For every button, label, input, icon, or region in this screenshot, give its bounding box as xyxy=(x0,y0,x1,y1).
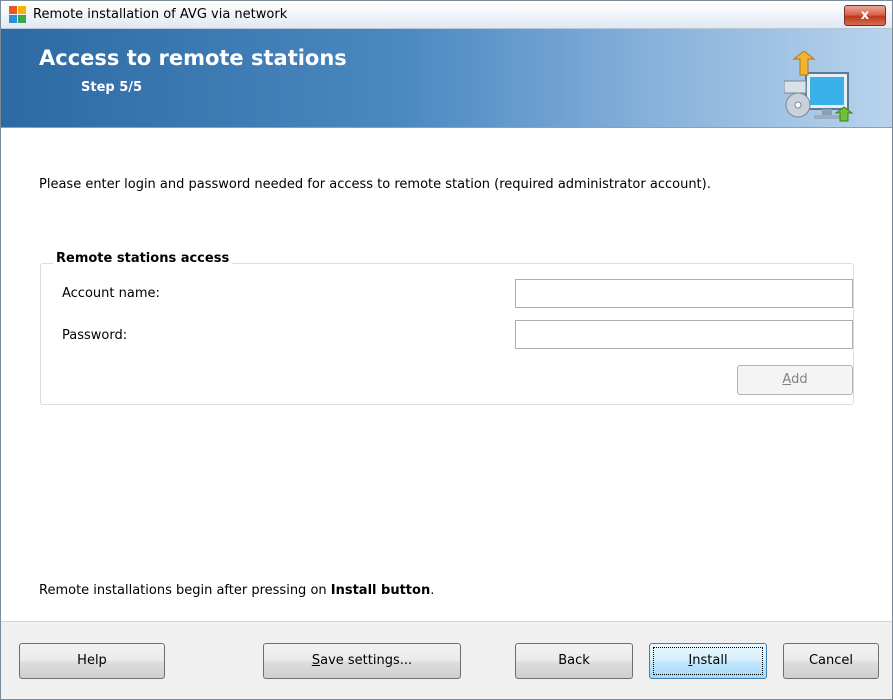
account-name-label: Account name: xyxy=(62,286,160,301)
close-button[interactable]: x xyxy=(844,5,886,26)
installer-window: Remote installation of AVG via network x… xyxy=(0,0,893,700)
password-label: Password: xyxy=(62,328,128,343)
install-button[interactable]: Install xyxy=(649,643,767,679)
instruction-text: Please enter login and password needed f… xyxy=(39,177,711,192)
title-bar[interactable]: Remote installation of AVG via network x xyxy=(1,1,892,29)
focus-rectangle xyxy=(653,647,763,675)
password-input[interactable] xyxy=(515,320,853,349)
cancel-button[interactable]: Cancel xyxy=(783,643,879,679)
close-icon: x xyxy=(860,8,870,23)
help-button[interactable]: Help xyxy=(19,643,165,679)
save-settings-button[interactable]: Save settings... xyxy=(263,643,461,679)
install-hint: Remote installations begin after pressin… xyxy=(39,583,435,598)
header-banner: Access to remote stations Step 5/5 xyxy=(1,29,892,127)
avg-logo-icon xyxy=(9,6,26,23)
footer-divider xyxy=(1,621,892,622)
add-button[interactable]: Add xyxy=(737,365,853,395)
step-indicator: Step 5/5 xyxy=(81,80,143,95)
back-button[interactable]: Back xyxy=(515,643,633,679)
computer-network-icon xyxy=(784,51,854,122)
group-title: Remote stations access xyxy=(53,251,233,266)
account-name-input[interactable] xyxy=(515,279,853,308)
window-title: Remote installation of AVG via network xyxy=(33,7,288,22)
page-title: Access to remote stations xyxy=(39,46,347,70)
